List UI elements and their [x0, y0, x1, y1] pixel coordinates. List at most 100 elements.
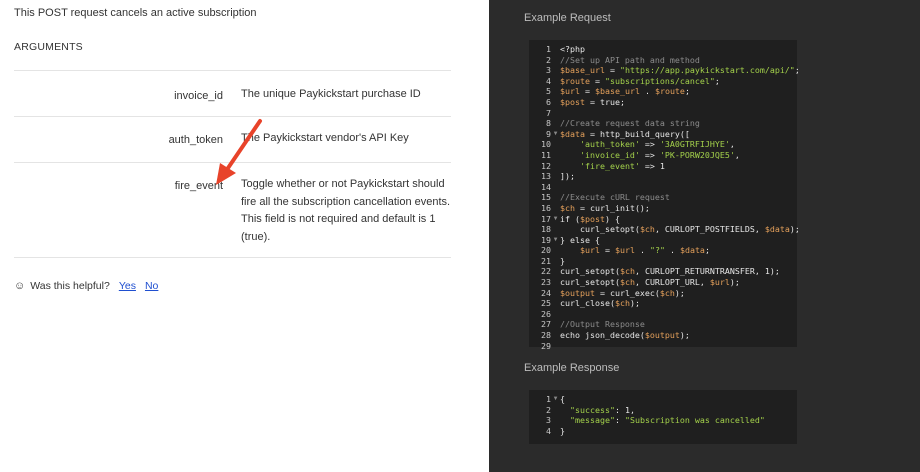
line-number: 12: [541, 160, 551, 171]
line-number: 13: [541, 171, 551, 182]
fold-toggle-icon: [551, 256, 560, 267]
fold-toggle-icon: [551, 171, 560, 182]
code-text: curl_setopt($ch, CURLOPT_RETURNTRANSFER,…: [560, 266, 780, 277]
code-line: 25 curl_close($ch);: [529, 298, 797, 309]
feedback-label: Was this helpful?: [30, 280, 110, 292]
example-request-code[interactable]: 1 <?php 2 //Set up API path and method 3 $bas…: [529, 40, 800, 351]
code-line: 2 "success": 1,: [529, 405, 797, 416]
code-line: 5 $url = $base_url . $route;: [529, 86, 797, 97]
code-line: 9 ▼ $data = http_build_query([: [529, 129, 797, 140]
line-number: 1: [546, 394, 551, 404]
code-text: }: [560, 255, 565, 266]
line-number: 21: [541, 255, 551, 266]
fold-toggle-icon: [551, 118, 560, 129]
arg-desc-fire-event: Toggle whether or not Paykickstart shoul…: [241, 178, 451, 243]
code-text: } else {: [560, 234, 600, 245]
code-line: 1 ▼{: [529, 394, 797, 405]
code-line: 3 $base_url = "https://app.paykickstart.c…: [529, 65, 800, 76]
feedback-row: ☺ Was this helpful? Yes No: [14, 280, 158, 292]
code-text: //Create request data string: [560, 118, 700, 129]
endpoint-description: This POST request cancels an active subs…: [14, 7, 257, 19]
code-text: curl_setopt($ch, CURLOPT_POSTFIELDS, $da…: [560, 224, 800, 235]
code-text: $output = curl_exec($ch);: [560, 287, 685, 298]
fold-toggle-icon: [551, 245, 560, 256]
code-text: $ch = curl_init();: [560, 202, 650, 213]
code-text: $data = http_build_query([: [560, 128, 690, 139]
divider: [14, 70, 451, 71]
line-number: 27: [541, 319, 551, 330]
fold-toggle-icon: [551, 277, 560, 288]
line-number: 2: [546, 404, 551, 415]
line-number: 15: [541, 192, 551, 203]
divider: [14, 257, 451, 258]
fold-toggle-icon: [551, 288, 560, 299]
code-text: $route = "subscriptions/cancel";: [560, 75, 720, 86]
code-text: //Execute cURL request: [560, 192, 670, 203]
line-number: 29: [541, 340, 551, 351]
fold-toggle-icon: [551, 65, 560, 76]
code-line: 21}: [529, 256, 797, 267]
line-number: 5: [546, 86, 551, 97]
fold-toggle-icon: [551, 161, 560, 172]
fold-toggle-icon: [551, 150, 560, 161]
code-text: "success": 1,: [570, 404, 635, 415]
line-number: 2: [546, 54, 551, 65]
code-line: 11 'invoice_id' => 'PK-PORW20JQE5',: [529, 150, 797, 161]
line-number: 10: [541, 139, 551, 150]
fold-toggle-icon: [551, 139, 560, 150]
line-number: 26: [541, 308, 551, 319]
code-line: 1 <?php: [529, 44, 797, 55]
code-line: 13]);: [529, 171, 797, 182]
code-line: 20 $url = $url . "?" . $data;: [529, 245, 797, 256]
code-line: 18 curl_setopt($ch, CURLOPT_POSTFIELDS, …: [529, 224, 800, 235]
code-text: $post = true;: [560, 96, 625, 107]
feedback-no-link[interactable]: No: [145, 280, 158, 292]
arg-name-invoice-id: invoice_id: [174, 90, 223, 102]
code-line: 19 ▼} else {: [529, 235, 797, 246]
code-line: 3 "message": "Subscription was cancelled…: [529, 415, 797, 426]
code-text: }: [560, 425, 565, 436]
fold-toggle-icon: [551, 182, 560, 193]
example-response-heading: Example Response: [524, 362, 620, 374]
code-line: 24 $output = curl_exec($ch);: [529, 288, 797, 299]
code-text: $url = $url . "?" . $data;: [579, 245, 710, 256]
code-text: {: [560, 394, 565, 404]
fold-toggle-icon: [551, 426, 560, 437]
line-number: 24: [541, 287, 551, 298]
feedback-yes-link[interactable]: Yes: [119, 280, 136, 292]
fold-toggle-icon[interactable]: ▼: [551, 394, 560, 405]
code-text: if ($post) {: [560, 213, 620, 224]
line-number: 4: [546, 75, 551, 86]
line-number: 7: [546, 107, 551, 118]
line-number: 4: [546, 425, 551, 436]
code-line: 22 curl_setopt($ch, CURLOPT_RETURNTRANSFE…: [529, 266, 797, 277]
code-text: curl_setopt($ch, CURLOPT_URL, $url);: [560, 277, 740, 288]
line-number: 18: [541, 224, 551, 235]
code-text: //Output Response: [560, 319, 645, 330]
example-response-code[interactable]: 1 ▼{2 "success": 1, 3 "message": "Subscrip…: [529, 390, 797, 444]
fold-toggle-icon: [551, 330, 560, 341]
fold-toggle-icon: [551, 86, 560, 97]
line-number: 8: [546, 118, 551, 129]
fold-toggle-icon[interactable]: ▼: [551, 235, 560, 246]
line-number: 19: [541, 234, 551, 245]
fold-toggle-icon: [551, 319, 560, 330]
fold-toggle-icon: [551, 203, 560, 214]
fold-toggle-icon[interactable]: ▼: [551, 214, 560, 225]
code-line: 8 //Create request data string: [529, 118, 797, 129]
smiley-icon: ☺: [14, 280, 26, 292]
code-line: 6 $post = true;: [529, 97, 797, 108]
code-line: 27 //Output Response: [529, 319, 797, 330]
line-number: 3: [546, 415, 551, 426]
code-line: 26: [529, 309, 797, 320]
line-number: 9: [546, 128, 551, 139]
line-number: 6: [546, 96, 551, 107]
code-line: 2 //Set up API path and method: [529, 55, 797, 66]
fold-toggle-icon: [551, 224, 560, 235]
fold-toggle-icon: [551, 309, 560, 320]
red-arrow-annotation-icon: [216, 119, 262, 185]
code-text: ]);: [560, 171, 575, 182]
line-number: 14: [541, 181, 551, 192]
fold-toggle-icon[interactable]: ▼: [551, 129, 560, 140]
code-line: 12 'fire_event' => 1: [529, 161, 797, 172]
